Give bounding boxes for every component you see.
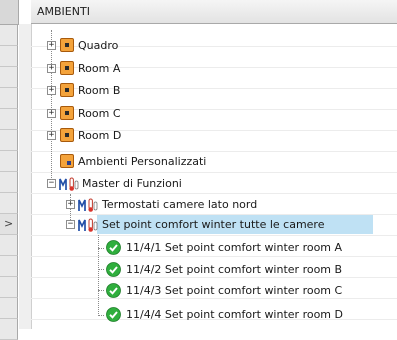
function-group-icon: [78, 218, 98, 232]
tree-node-label: Quadro: [78, 39, 119, 52]
row-header[interactable]: [0, 256, 18, 277]
check-ok-icon: [106, 307, 121, 322]
row-header[interactable]: [0, 67, 18, 88]
tree-node-room[interactable]: + Room D: [32, 125, 397, 146]
column-header-ambienti[interactable]: AMBIENTI: [31, 0, 397, 24]
check-ok-icon: [106, 262, 121, 277]
row-indicator-gutter: [19, 24, 32, 329]
row-header[interactable]: [0, 109, 18, 130]
tree-node-thermostats[interactable]: + Termostati camere lato nord: [32, 194, 397, 215]
expand-plus-icon[interactable]: +: [47, 109, 56, 118]
column-header-label: AMBIENTI: [37, 5, 90, 18]
tree-node-setpoint-group[interactable]: − Set point comfort winter tutte le came…: [32, 214, 397, 235]
check-ok-icon: [106, 240, 121, 255]
function-group-icon: [59, 177, 79, 191]
row-header[interactable]: [0, 319, 18, 340]
expand-plus-icon[interactable]: +: [47, 86, 56, 95]
tree-node-label: 11/4/1 Set point comfort winter room A: [126, 241, 343, 254]
row-header[interactable]: [0, 25, 18, 46]
tree-node-master-functions[interactable]: − Master di Funzioni: [32, 173, 397, 194]
collapse-minus-icon[interactable]: −: [66, 220, 75, 229]
tree-node-label: Master di Funzioni: [82, 177, 182, 190]
tree-node-room[interactable]: + Quadro: [32, 35, 397, 56]
row-header[interactable]: [0, 130, 18, 151]
row-header[interactable]: [0, 151, 18, 172]
expand-plus-icon[interactable]: +: [66, 200, 75, 209]
tree-node-setpoint-item[interactable]: 11/4/4 Set point comfort winter room D: [32, 304, 397, 325]
room-icon: [60, 106, 74, 120]
function-group-icon: [78, 198, 98, 212]
tree-node-label: Termostati camere lato nord: [102, 198, 258, 211]
row-header[interactable]: [0, 46, 18, 67]
expand-plus-icon[interactable]: +: [47, 41, 56, 50]
row-header[interactable]: [0, 193, 18, 214]
tree-node-room[interactable]: + Room C: [32, 103, 397, 124]
tree-node-label: 11/4/4 Set point comfort winter room D: [126, 308, 343, 321]
tree-node-label: 11/4/3 Set point comfort winter room C: [126, 284, 343, 297]
tree-node-room[interactable]: + Room A: [32, 58, 397, 79]
room-icon: [60, 61, 74, 75]
row-header[interactable]: [0, 235, 18, 256]
grid-corner: [0, 0, 19, 25]
row-header[interactable]: [0, 88, 18, 109]
row-header-current[interactable]: >: [0, 214, 18, 235]
tree-node-label: Ambienti Personalizzati: [78, 155, 207, 168]
tree-node-setpoint-item[interactable]: 11/4/2 Set point comfort winter room B: [32, 259, 397, 280]
room-icon: [60, 128, 74, 142]
room-icon: [60, 83, 74, 97]
row-header[interactable]: [0, 277, 18, 298]
tree-node-label: Room A: [78, 62, 121, 75]
row-divider: [31, 235, 397, 236]
row-header[interactable]: [0, 172, 18, 193]
tree-node-custom-rooms[interactable]: Ambienti Personalizzati: [32, 151, 397, 172]
tree-node-label: Set point comfort winter tutte le camere: [102, 218, 325, 231]
tree-node-label: Room D: [78, 129, 122, 142]
expand-plus-icon[interactable]: +: [47, 131, 56, 140]
room-icon: [60, 38, 74, 52]
custom-rooms-icon: [60, 154, 74, 168]
collapse-minus-icon[interactable]: −: [47, 179, 56, 188]
tree-node-room[interactable]: + Room B: [32, 80, 397, 101]
expand-plus-icon[interactable]: +: [47, 64, 56, 73]
tree-node-label: Room B: [78, 84, 121, 97]
tree-node-setpoint-item[interactable]: 11/4/1 Set point comfort winter room A: [32, 237, 397, 258]
check-ok-icon: [106, 283, 121, 298]
tree-node-label: 11/4/2 Set point comfort winter room B: [126, 263, 343, 276]
tree-node-setpoint-item[interactable]: 11/4/3 Set point comfort winter room C: [32, 280, 397, 301]
row-header[interactable]: [0, 298, 18, 319]
tree-grid: AMBIENTI > + Quadro + Room A + Room B + …: [0, 0, 397, 340]
current-row-arrow-icon: >: [4, 217, 14, 230]
tree-node-label: Room C: [78, 107, 121, 120]
